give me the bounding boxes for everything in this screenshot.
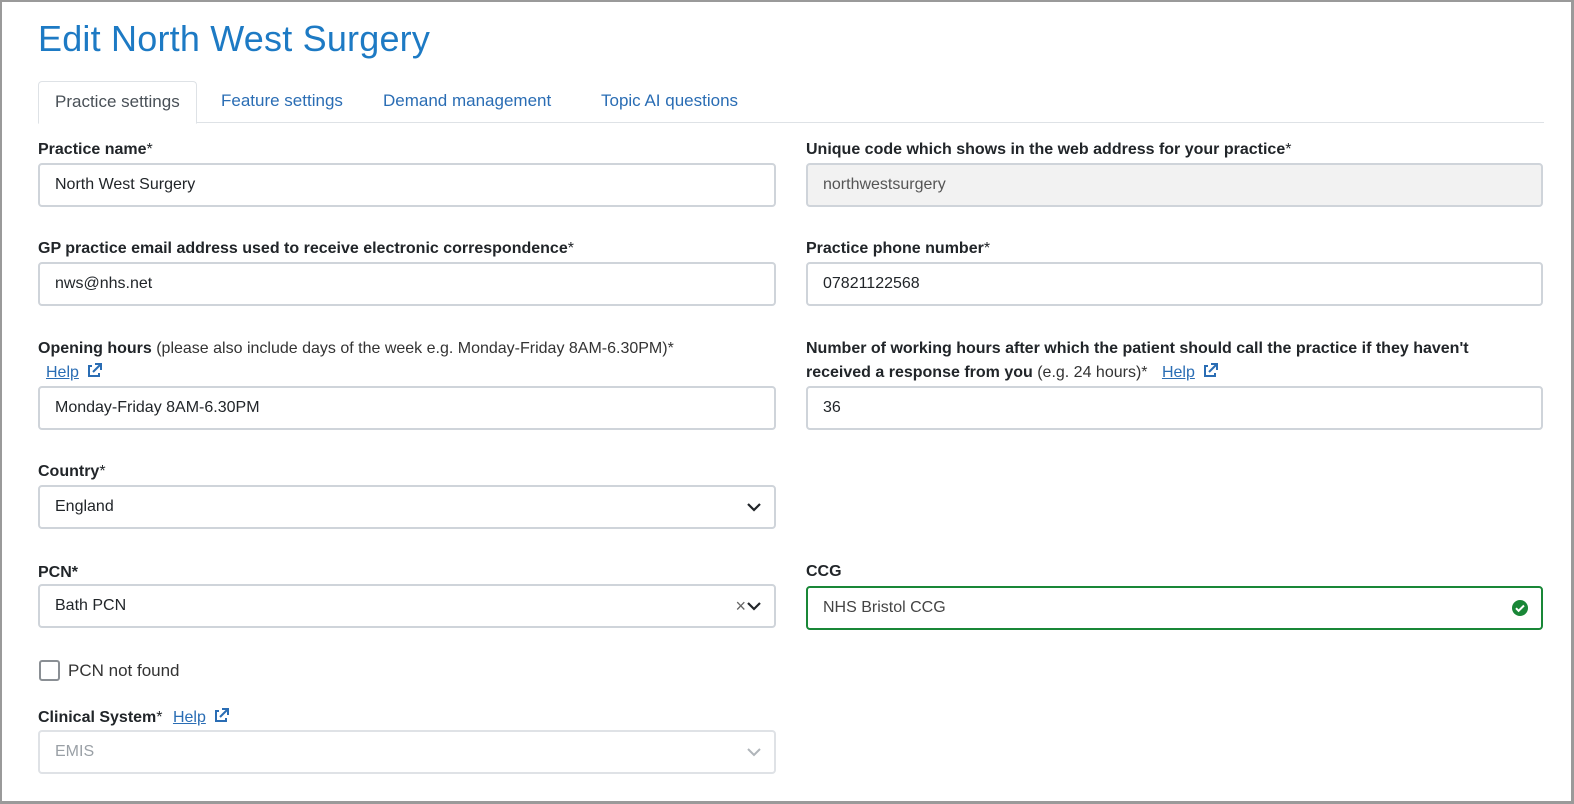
opening-hours-input[interactable]: Monday-Friday 8AM-6.30PM xyxy=(38,386,776,430)
opening-hours-help[interactable]: Help xyxy=(46,361,103,385)
clinical-system-label: Clinical System* Help xyxy=(38,706,230,730)
email-input[interactable]: nws@nhs.net xyxy=(38,262,776,306)
ccg-value: NHS Bristol CCG xyxy=(823,599,946,616)
page-title: Edit North West Surgery xyxy=(38,18,431,59)
working-hours-input[interactable]: 36 xyxy=(806,386,1543,430)
chevron-down-icon[interactable] xyxy=(746,598,762,614)
working-hours-help-link[interactable]: Help xyxy=(1162,364,1195,381)
working-hours-label-line1: Number of working hours after which the … xyxy=(806,340,1469,357)
tab-practice-settings[interactable]: Practice settings xyxy=(38,81,197,124)
pcn-label: PCN* xyxy=(38,564,79,581)
unique-code-input: northwestsurgery xyxy=(806,163,1543,207)
country-value: England xyxy=(55,498,114,515)
external-link-icon xyxy=(88,363,103,377)
opening-hours-help-link[interactable]: Help xyxy=(46,364,79,381)
phone-input[interactable]: 07821122568 xyxy=(806,262,1543,306)
pcn-not-found-label[interactable]: PCN not found xyxy=(68,659,180,683)
unique-code-label: Unique code which shows in the web addre… xyxy=(806,141,1292,158)
external-link-icon xyxy=(215,708,230,722)
pcn-value: Bath PCN xyxy=(55,597,127,614)
tab-bar: Practice settings Feature settings Deman… xyxy=(38,81,1544,124)
clinical-system-value: EMIS xyxy=(55,743,95,760)
ccg-label: CCG xyxy=(806,563,842,580)
phone-label: Practice phone number* xyxy=(806,240,991,257)
country-select[interactable]: England xyxy=(38,485,776,529)
pcn-not-found-checkbox[interactable] xyxy=(39,660,60,681)
ccg-input[interactable]: NHS Bristol CCG xyxy=(806,586,1543,630)
working-hours-label-line2: received a response from you (e.g. 24 ho… xyxy=(806,361,1219,385)
pcn-select[interactable]: Bath PCN × xyxy=(38,584,776,628)
tab-feature-settings[interactable]: Feature settings xyxy=(205,81,359,123)
clinical-system-select: EMIS xyxy=(38,730,776,774)
practice-name-label: Practice name* xyxy=(38,141,153,158)
tab-topic-ai-questions[interactable]: Topic AI questions xyxy=(585,81,754,123)
country-label: Country* xyxy=(38,463,106,480)
clinical-system-help-link[interactable]: Help xyxy=(173,709,206,726)
clear-icon[interactable]: × xyxy=(735,586,746,626)
chevron-down-icon xyxy=(747,748,761,757)
external-link-icon xyxy=(1204,363,1219,377)
email-label: GP practice email address used to receiv… xyxy=(38,240,574,257)
tab-demand-management[interactable]: Demand management xyxy=(367,81,567,123)
chevron-down-icon xyxy=(747,503,761,512)
opening-hours-label: Opening hours (please also include days … xyxy=(38,340,674,357)
practice-name-input[interactable]: North West Surgery xyxy=(38,163,776,207)
check-circle-icon xyxy=(1512,600,1528,616)
